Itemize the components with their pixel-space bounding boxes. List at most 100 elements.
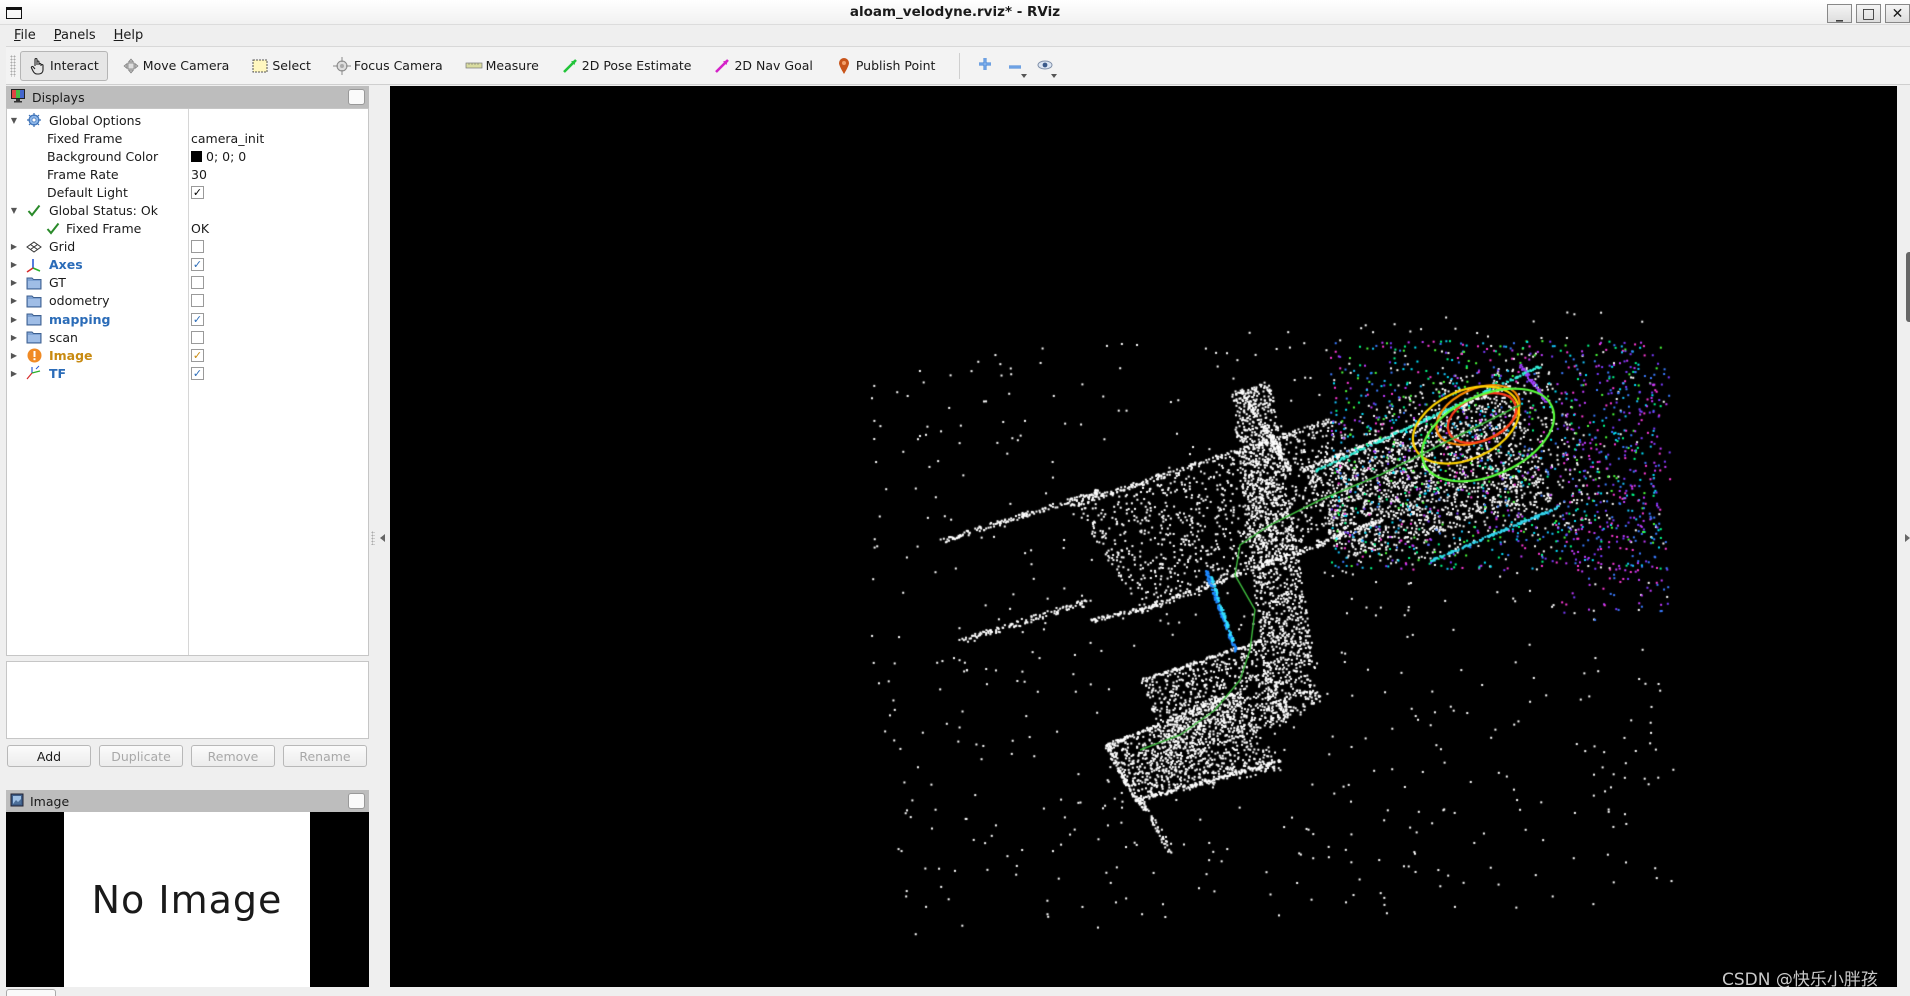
display-tree-row[interactable]: Fixed Frame camera_init	[7, 129, 368, 147]
window-titlebar: aloam_velodyne.rviz* - RViz _ □ ✕	[0, 0, 1910, 25]
chevron-down-icon	[1021, 73, 1028, 78]
display-tree-row[interactable]: ▶ TF ✓	[7, 364, 368, 382]
display-value[interactable]: 0; 0; 0	[191, 149, 246, 164]
enable-checkbox[interactable]	[191, 294, 204, 308]
displays-panel-header: Displays	[6, 86, 369, 108]
menu-help-mnemonic: H	[113, 28, 124, 43]
display-tree-row[interactable]: Frame Rate 30	[7, 165, 368, 183]
display-value[interactable]: ✓	[191, 258, 204, 272]
expand-right-icon[interactable]: ▶	[9, 260, 19, 269]
panel-float-button[interactable]	[348, 89, 365, 105]
display-label: Global Status: Ok	[49, 203, 158, 219]
right-dock-splitter[interactable]	[1897, 86, 1910, 987]
display-value[interactable]: ✓	[191, 185, 204, 199]
nav-goal-tool-button[interactable]: 2D Nav Goal	[705, 51, 820, 81]
tools-toolbar: Interact Move Camera Select Focus Camera…	[6, 47, 1910, 85]
display-value[interactable]: OK	[191, 221, 209, 236]
menu-file[interactable]: File	[6, 25, 44, 46]
display-tree-row[interactable]: ▶ Axes ✓	[7, 256, 368, 274]
expand-right-icon[interactable]: ▶	[9, 296, 19, 305]
duplicate-display-button[interactable]: Duplicate	[99, 745, 183, 767]
display-label: TF	[49, 365, 67, 381]
nav-goal-tool-label: 2D Nav Goal	[734, 58, 813, 73]
display-value[interactable]: camera_init	[191, 131, 264, 146]
enable-checkbox[interactable]	[191, 276, 204, 290]
expand-right-icon[interactable]: ▶	[9, 242, 19, 251]
pose-estimate-tool-button[interactable]: 2D Pose Estimate	[553, 51, 700, 81]
rename-display-button[interactable]: Rename	[283, 745, 367, 767]
remove-display-button[interactable]: Remove	[191, 745, 275, 767]
minimize-button[interactable]: _	[1827, 4, 1852, 23]
panel-float-button[interactable]	[348, 793, 365, 809]
display-value[interactable]: ✓	[191, 312, 204, 326]
publish-point-tool-button[interactable]: Publish Point	[827, 51, 944, 81]
add-tool-button[interactable]	[970, 51, 1000, 81]
expand-down-icon[interactable]: ▼	[9, 116, 19, 125]
display-tree-row[interactable]: ▼ Global Options	[7, 111, 368, 129]
display-value[interactable]	[191, 294, 204, 308]
expand-right-icon[interactable]: ▶	[9, 278, 19, 287]
measure-tool-button[interactable]: Measure	[457, 51, 547, 81]
display-value[interactable]: ✓	[191, 348, 204, 362]
expand-right-icon[interactable]: ▶	[9, 369, 19, 378]
close-button[interactable]: ✕	[1885, 4, 1910, 23]
color-swatch[interactable]	[191, 150, 202, 162]
display-tree-row[interactable]: Fixed Frame OK	[7, 220, 368, 238]
display-tree-row[interactable]: ▶ Grid	[7, 238, 368, 256]
splitter-grip[interactable]	[371, 531, 375, 545]
3d-viewport[interactable]	[390, 86, 1897, 987]
expand-right-icon[interactable]: ▶	[9, 351, 19, 360]
move-camera-tool-button[interactable]: Move Camera	[114, 51, 238, 81]
toolbar-grip[interactable]	[10, 55, 16, 77]
display-tree-row[interactable]: ▶ Image ✓	[7, 346, 368, 364]
display-value[interactable]: 30	[191, 167, 207, 182]
display-tree-row[interactable]: ▶ mapping ✓	[7, 310, 368, 328]
display-value[interactable]	[191, 330, 204, 344]
enable-checkbox[interactable]	[191, 330, 204, 344]
display-tree-row[interactable]: ▼ Global Status: Ok	[7, 201, 368, 219]
display-value[interactable]	[191, 240, 204, 254]
display-tree-row[interactable]: ▶ odometry	[7, 292, 368, 310]
panel-splitter[interactable]	[370, 86, 390, 986]
remove-tool-button[interactable]	[1000, 51, 1030, 81]
menu-help[interactable]: Help	[106, 25, 152, 46]
menubar: File Panels Help	[6, 25, 1910, 47]
menu-file-label: ile	[20, 28, 36, 43]
enable-checkbox[interactable]: ✓	[191, 366, 204, 380]
expand-right-icon[interactable]: ▶	[9, 333, 19, 342]
enable-checkbox[interactable]: ✓	[191, 312, 204, 326]
enable-checkbox[interactable]: ✓	[191, 185, 204, 199]
focus-camera-tool-button[interactable]: Focus Camera	[325, 51, 451, 81]
enable-checkbox[interactable]: ✓	[191, 348, 204, 362]
menu-panels[interactable]: Panels	[46, 25, 104, 46]
display-tree-row[interactable]: ▶ scan	[7, 328, 368, 346]
eye-icon	[1037, 58, 1053, 73]
displays-panel-title: Displays	[32, 89, 85, 105]
add-display-button[interactable]: Add	[7, 745, 91, 767]
expand-down-icon[interactable]: ▼	[9, 206, 19, 215]
display-tree-row[interactable]: Background Color 0; 0; 0	[7, 147, 368, 165]
interact-tool-button[interactable]: Interact	[20, 50, 108, 81]
display-label: GT	[49, 275, 66, 291]
display-label: Fixed Frame	[47, 130, 123, 146]
enable-checkbox[interactable]	[191, 240, 204, 254]
display-value[interactable]: ✓	[191, 366, 204, 380]
select-tool-button[interactable]: Select	[243, 51, 319, 81]
collapse-left-icon[interactable]	[380, 534, 385, 542]
image-panel: Image No Image	[6, 790, 369, 987]
display-tree-row[interactable]: ▶ GT	[7, 274, 368, 292]
display-value[interactable]	[191, 276, 204, 290]
enable-checkbox[interactable]: ✓	[191, 258, 204, 272]
display-tree-row[interactable]: Default Light ✓	[7, 183, 368, 201]
view-options-button[interactable]	[1030, 51, 1060, 81]
collapse-right-icon[interactable]	[1905, 534, 1910, 542]
expand-right-icon[interactable]: ▶	[9, 315, 19, 324]
plus-icon	[978, 57, 992, 74]
menu-panels-label: anels	[61, 28, 96, 43]
chevron-down-icon	[1051, 73, 1058, 78]
display-value-text: OK	[191, 221, 210, 237]
maximize-button[interactable]: □	[1856, 4, 1881, 23]
reset-button[interactable]	[6, 989, 56, 996]
scroll-handle[interactable]	[1906, 252, 1910, 322]
green-arrow-icon	[561, 57, 579, 75]
